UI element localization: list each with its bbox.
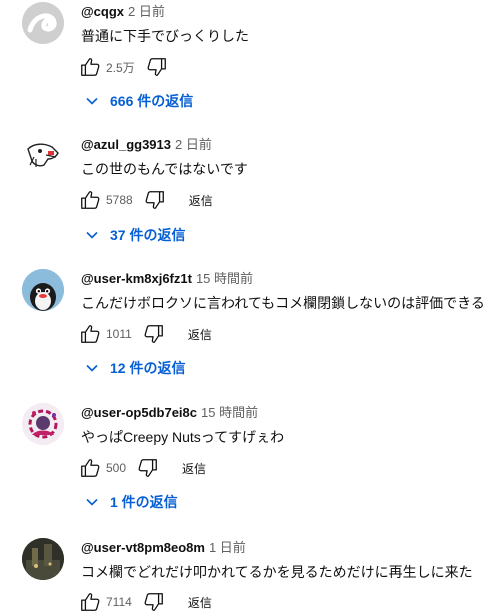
- like-button[interactable]: [78, 590, 102, 614]
- comment-author[interactable]: @cqgx: [81, 4, 124, 19]
- comment-time[interactable]: 2 日前: [128, 4, 165, 19]
- comment-text: 普通に下手でびっくりした: [81, 28, 249, 44]
- comment-time[interactable]: 1 日前: [209, 540, 246, 555]
- thumbs-up-icon: [81, 459, 100, 477]
- thumbs-up-icon: [81, 191, 100, 209]
- comment-text: やっぱCreepy Nutsってすげぇわ: [81, 429, 285, 445]
- like-count: 1011: [106, 327, 132, 341]
- comment-time[interactable]: 15 時間前: [201, 405, 258, 420]
- view-replies-button[interactable]: 37 件の返信: [84, 224, 185, 246]
- penguin-avatar[interactable]: [22, 269, 64, 311]
- dislike-button[interactable]: [142, 590, 166, 614]
- comment-author[interactable]: @azul_gg3913: [81, 137, 171, 152]
- anime-art-avatar[interactable]: [22, 403, 64, 445]
- view-replies-button[interactable]: 666 件の返信: [84, 90, 193, 112]
- thumbs-down-icon: [144, 325, 163, 343]
- like-count: 5788: [106, 193, 133, 207]
- night-scene-avatar[interactable]: [22, 538, 64, 580]
- dislike-button[interactable]: [136, 456, 160, 480]
- comment-actions: 500 返信: [78, 456, 206, 480]
- comment-author[interactable]: @user-vt8pm8eo8m: [81, 540, 205, 555]
- view-replies-button[interactable]: 12 件の返信: [84, 357, 185, 379]
- like-button[interactable]: [78, 55, 102, 79]
- reply-button[interactable]: 返信: [182, 460, 206, 477]
- chevron-down-icon: [86, 364, 98, 372]
- replies-count: 12 件の返信: [110, 360, 186, 376]
- comment-author[interactable]: @user-op5db7ei8c: [81, 405, 197, 420]
- comment-actions: 2.5万: [78, 55, 169, 79]
- thumbs-up-icon: [81, 58, 100, 76]
- replies-count: 1 件の返信: [110, 494, 178, 510]
- dislike-button[interactable]: [142, 322, 166, 346]
- comment-actions: 7114 返信: [78, 590, 212, 614]
- like-count: 7114: [106, 595, 132, 609]
- comment-text: コメ欄でどれだけ叩かれてるかを見るためだけに再生しに来た: [81, 564, 473, 580]
- like-button[interactable]: [78, 456, 102, 480]
- dislike-button[interactable]: [145, 55, 169, 79]
- comment-author[interactable]: @user-km8xj6fz1t: [81, 271, 192, 286]
- view-replies-button[interactable]: 1 件の返信: [84, 491, 178, 513]
- like-button[interactable]: [78, 322, 102, 346]
- thumbs-down-icon: [138, 459, 157, 477]
- thumbs-down-icon: [147, 58, 166, 76]
- comment-text: この世のもんではないです: [81, 161, 248, 177]
- reply-button[interactable]: 返信: [188, 326, 212, 343]
- comment-text: こんだけボロクソに言われてもコメ欄閉鎖しないのは評価できる: [81, 295, 485, 311]
- reply-button[interactable]: 返信: [188, 594, 212, 611]
- comment-time[interactable]: 2 日前: [175, 137, 212, 152]
- chevron-down-icon: [86, 231, 98, 239]
- chevron-down-icon: [86, 97, 98, 105]
- sketch-creature-avatar[interactable]: [22, 135, 64, 177]
- replies-count: 37 件の返信: [110, 227, 186, 243]
- thumbs-down-icon: [144, 593, 163, 611]
- thumbs-up-icon: [81, 325, 100, 343]
- comment-actions: 5788 返信: [78, 188, 213, 212]
- like-count: 500: [106, 461, 127, 475]
- chevron-down-icon: [86, 498, 98, 506]
- comment-actions: 1011 返信: [78, 322, 212, 346]
- like-count: 2.5万: [106, 60, 135, 75]
- replies-count: 666 件の返信: [110, 93, 194, 109]
- white-curl-avatar[interactable]: [22, 2, 64, 44]
- like-button[interactable]: [78, 188, 102, 212]
- comment-time[interactable]: 15 時間前: [196, 271, 253, 286]
- thumbs-up-icon: [81, 593, 100, 611]
- reply-button[interactable]: 返信: [189, 192, 213, 209]
- dislike-button[interactable]: [143, 188, 167, 212]
- thumbs-down-icon: [145, 191, 164, 209]
